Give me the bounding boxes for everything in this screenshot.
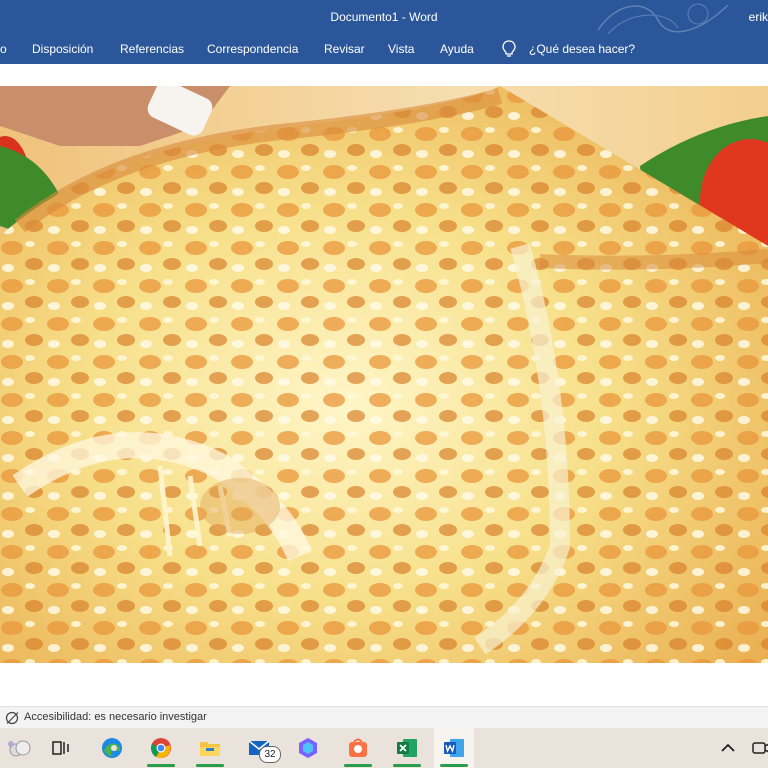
excel-running-indicator: [393, 764, 421, 767]
chrome-running-indicator: [147, 764, 175, 767]
user-name[interactable]: erik: [749, 10, 768, 24]
chrome-icon: [151, 738, 171, 759]
cloud-icon: [8, 740, 31, 757]
status-bar: Accesibilidad: es necesario investigar: [0, 706, 768, 729]
accessibility-status[interactable]: Accesibilidad: es necesario investigar: [24, 711, 207, 723]
tab-correspondencia[interactable]: Correspondencia: [207, 42, 298, 56]
copilot-icon: [299, 738, 317, 758]
word-active-indicator: [440, 764, 468, 767]
chevron-up-icon: [721, 743, 735, 752]
explorer-running-indicator: [196, 764, 224, 767]
word-icon: [444, 739, 464, 757]
document-title: Documento1 - Word: [330, 10, 438, 24]
excel-icon: [397, 739, 417, 757]
store-running-indicator: [344, 764, 372, 767]
camera-icon: [752, 742, 768, 754]
accessibility-icon[interactable]: [5, 711, 20, 725]
task-view-icon: [52, 741, 69, 755]
tab-vista[interactable]: Vista: [388, 42, 414, 56]
lightbulb-icon: [502, 40, 516, 57]
taskbar-chrome[interactable]: [141, 728, 181, 768]
taskbar: 32: [0, 728, 768, 768]
pizza-photo: [0, 86, 768, 663]
store-bag-icon: [349, 738, 367, 757]
tab-ayuda[interactable]: Ayuda: [440, 42, 474, 56]
taskbar-copilot[interactable]: [288, 728, 328, 768]
folder-icon: [200, 742, 220, 756]
taskbar-mail[interactable]: 32: [239, 728, 281, 768]
tray-meet-now[interactable]: [742, 728, 768, 768]
taskbar-word[interactable]: [434, 728, 474, 768]
taskbar-file-explorer[interactable]: [190, 728, 230, 768]
taskbar-edge[interactable]: [92, 728, 132, 768]
taskbar-excel[interactable]: [387, 728, 427, 768]
tab-referencias[interactable]: Referencias: [120, 42, 184, 56]
tab-partial[interactable]: o: [0, 42, 7, 56]
tab-revisar[interactable]: Revisar: [324, 42, 365, 56]
ribbon-tabs: o Disposición Referencias Correspondenci…: [0, 34, 768, 64]
title-bar: Documento1 - Word erik: [0, 0, 768, 34]
pizza-image[interactable]: [0, 86, 768, 663]
weather-widget[interactable]: [0, 728, 40, 768]
taskbar-app-store[interactable]: [338, 728, 378, 768]
mail-badge: 32: [259, 746, 281, 763]
tab-disposicion[interactable]: Disposición: [32, 42, 93, 56]
edge-icon: [102, 738, 122, 758]
tell-me-search[interactable]: ¿Qué desea hacer?: [529, 42, 635, 56]
task-view-button[interactable]: [41, 728, 81, 768]
